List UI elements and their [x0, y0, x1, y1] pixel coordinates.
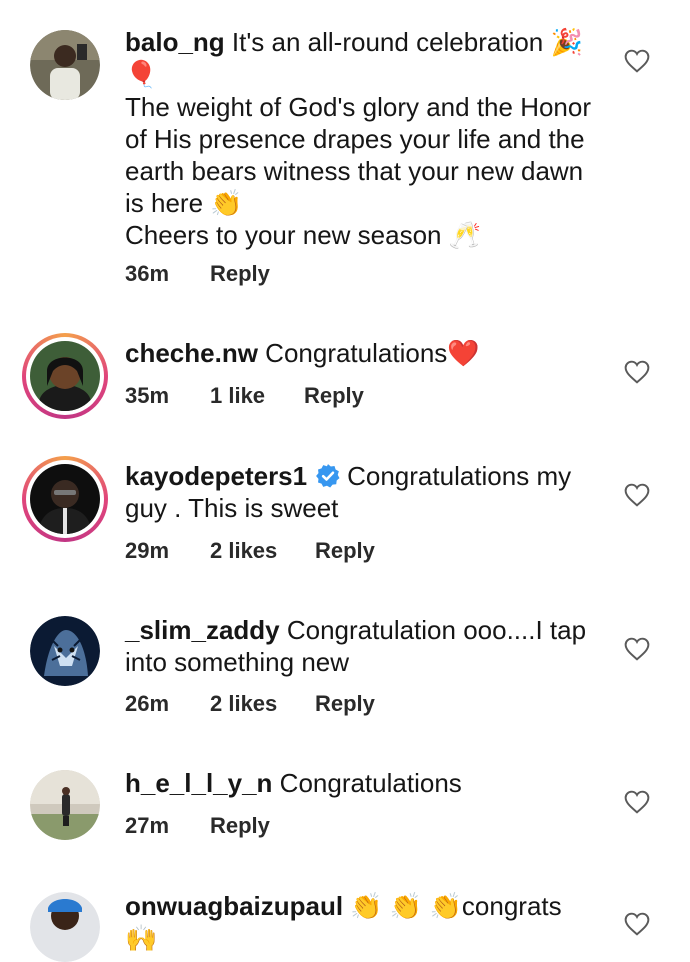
- comment-meta: 35m 1 like Reply: [125, 383, 364, 409]
- comment-text: Congratulations: [272, 768, 462, 798]
- comment-text: Cheers to your new season 🥂: [125, 220, 482, 250]
- comment-body: onwuagbaizupaul 👏 👏 👏congrats 🙌: [125, 890, 595, 954]
- comment-text: Congratulations❤️: [257, 338, 480, 368]
- avatar[interactable]: [30, 30, 100, 100]
- like-count[interactable]: 1 like: [210, 383, 304, 409]
- avatar[interactable]: [30, 770, 100, 840]
- comment-username[interactable]: h_e_l_l_y_n: [125, 768, 272, 798]
- comment-meta: 27m Reply: [125, 813, 270, 839]
- avatar[interactable]: [22, 333, 108, 419]
- avatar-image: [30, 341, 100, 411]
- comment-username[interactable]: onwuagbaizupaul: [125, 891, 343, 921]
- avatar-image: [30, 30, 100, 100]
- heart-outline-icon[interactable]: [624, 360, 650, 384]
- avatar-image: [30, 464, 100, 534]
- avatar-image: [30, 892, 100, 962]
- heart-outline-icon[interactable]: [624, 49, 650, 73]
- avatar[interactable]: [30, 892, 100, 962]
- comment-text: It's an all-round celebration 🎉: [224, 27, 583, 57]
- avatar[interactable]: [22, 456, 108, 542]
- like-count[interactable]: 2 likes: [210, 538, 315, 564]
- comment-username[interactable]: balo_ng: [125, 27, 225, 57]
- heart-outline-icon[interactable]: [624, 483, 650, 507]
- comment-text: The weight of God's glory and the Honor …: [125, 92, 592, 218]
- reply-button[interactable]: Reply: [210, 261, 270, 287]
- comment-username[interactable]: _slim_zaddy: [125, 615, 280, 645]
- comment-body: h_e_l_l_y_n Congratulations: [125, 767, 595, 799]
- heart-outline-icon[interactable]: [624, 912, 650, 936]
- comment-body: _slim_zaddy Congratulation ooo....I tap …: [125, 614, 595, 678]
- heart-outline-icon[interactable]: [624, 637, 650, 661]
- comment-timestamp: 26m: [125, 691, 170, 716]
- comment-meta: 29m 2 likes Reply: [125, 538, 375, 564]
- reply-button[interactable]: Reply: [304, 383, 364, 409]
- comment-body: cheche.nw Congratulations❤️: [125, 337, 595, 369]
- avatar[interactable]: [30, 616, 100, 686]
- heart-outline-icon[interactable]: [624, 790, 650, 814]
- comment-timestamp: 36m: [125, 261, 170, 286]
- comment-username[interactable]: cheche.nw: [125, 338, 258, 368]
- avatar-image: [30, 616, 100, 686]
- comment-body: balo_ng It's an all-round celebration 🎉 …: [125, 26, 595, 251]
- like-count[interactable]: 2 likes: [210, 691, 315, 717]
- comment-timestamp: 29m: [125, 538, 170, 563]
- comment-username[interactable]: kayodepeters1: [125, 461, 307, 491]
- reply-button[interactable]: Reply: [315, 691, 375, 717]
- comment-timestamp: 35m: [125, 383, 170, 408]
- avatar-image: [30, 770, 100, 840]
- verified-badge-icon: [316, 464, 340, 488]
- reply-button[interactable]: Reply: [315, 538, 375, 564]
- comment-timestamp: 27m: [125, 813, 170, 838]
- comment-meta: 26m 2 likes Reply: [125, 691, 375, 717]
- comment-body: kayodepeters1 Congratulations my guy . T…: [125, 460, 595, 524]
- reply-button[interactable]: Reply: [210, 813, 270, 839]
- comment-meta: 36m Reply: [125, 261, 270, 287]
- comment-text: 🎈: [125, 60, 158, 90]
